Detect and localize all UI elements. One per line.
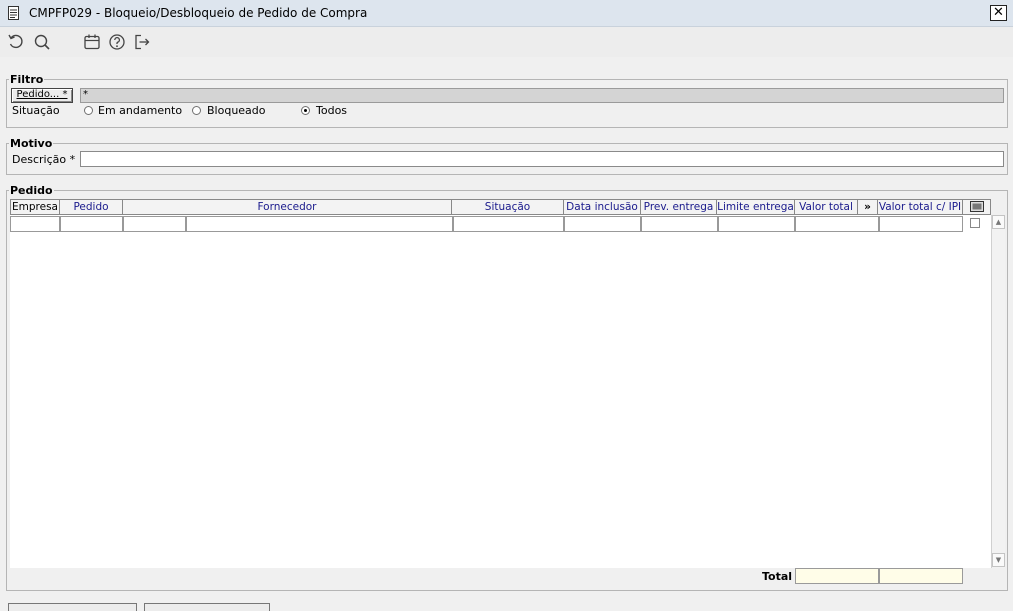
col-header-valor-total[interactable]: Valor total (795, 199, 858, 215)
select-all-icon (969, 201, 984, 212)
cell-prev-entrega[interactable] (641, 216, 718, 232)
col-header-data-inclusao[interactable]: Data inclusão (564, 199, 641, 215)
pedido-field[interactable]: * (80, 88, 1004, 103)
refresh-icon[interactable] (7, 33, 25, 51)
window-title: CMPFP029 - Bloqueio/Desbloqueio de Pedid… (29, 6, 368, 20)
radio-todos-label[interactable]: Todos (316, 104, 347, 117)
cell-pedido[interactable] (60, 216, 123, 232)
descricao-input[interactable] (80, 151, 1004, 167)
close-icon: ✕ (993, 5, 1004, 20)
situacao-label: Situação (12, 104, 60, 117)
col-header-expand[interactable]: » (858, 199, 878, 215)
grid-scrollbar[interactable]: ▲ ▼ (991, 215, 1005, 568)
close-button[interactable]: ✕ (990, 5, 1007, 21)
cell-valor-total[interactable] (795, 216, 879, 232)
radio-bloqueado-label[interactable]: Bloqueado (207, 104, 266, 117)
col-header-valor-total-ipi[interactable]: Valor total c/ IPI (878, 199, 963, 215)
radio-todos[interactable] (301, 106, 310, 115)
descricao-label: Descrição * (12, 153, 76, 166)
motivo-legend: Motivo (10, 137, 53, 150)
bottom-button-1[interactable] (8, 603, 137, 611)
col-header-limite-entrega[interactable]: Limite entrega (717, 199, 795, 215)
title-bar: CMPFP029 - Bloqueio/Desbloqueio de Pedid… (0, 0, 1013, 27)
scroll-down-icon[interactable]: ▼ (992, 553, 1005, 567)
radio-bloqueado[interactable] (192, 106, 201, 115)
bottom-button-2[interactable] (144, 603, 270, 611)
cell-fornecedor-name[interactable] (186, 216, 453, 232)
row-checkbox[interactable] (970, 218, 980, 228)
document-icon (8, 6, 19, 20)
scroll-up-icon[interactable]: ▲ (992, 215, 1005, 229)
cell-data-inclusao[interactable] (564, 216, 641, 232)
pedido-lookup-button[interactable]: Pedido... * (11, 88, 73, 103)
filtro-legend: Filtro (10, 73, 44, 86)
cell-situacao[interactable] (453, 216, 564, 232)
total-valor (795, 568, 879, 584)
cell-limite-entrega[interactable] (718, 216, 795, 232)
cell-valor-total-ipi[interactable] (879, 216, 963, 232)
total-label: Total (762, 570, 793, 583)
col-header-situacao[interactable]: Situação (452, 199, 564, 215)
col-header-pedido[interactable]: Pedido (60, 199, 123, 215)
radio-em-andamento[interactable] (84, 106, 93, 115)
search-icon[interactable] (33, 33, 51, 51)
col-header-empresa[interactable]: Empresa (10, 199, 60, 215)
exit-icon[interactable] (133, 33, 151, 51)
pedido-legend: Pedido (10, 184, 53, 197)
pedido-grid[interactable] (10, 199, 991, 568)
calendar-icon[interactable] (83, 33, 101, 51)
col-header-fornecedor[interactable]: Fornecedor (123, 199, 452, 215)
cell-fornecedor-code[interactable] (123, 216, 186, 232)
col-header-prev-entrega[interactable]: Prev. entrega (641, 199, 717, 215)
toolbar (0, 27, 1013, 57)
pedido-lookup-label: Pedido... * (16, 89, 68, 100)
radio-em-andamento-label[interactable]: Em andamento (98, 104, 182, 117)
col-header-select-all[interactable] (963, 199, 991, 215)
help-icon[interactable] (108, 33, 126, 51)
cell-empresa[interactable] (10, 216, 60, 232)
total-valor-ipi (879, 568, 963, 584)
